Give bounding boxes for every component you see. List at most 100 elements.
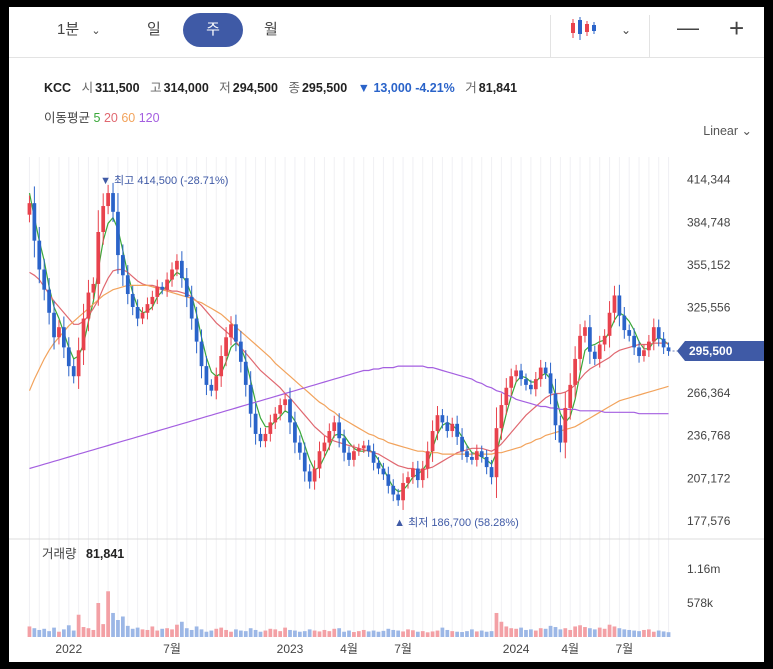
volume-bar xyxy=(479,630,484,637)
candle-body xyxy=(160,286,165,290)
x-tick-label: 7월 xyxy=(615,642,633,656)
candle-body xyxy=(327,431,332,443)
candle-body xyxy=(420,468,425,481)
candle-body xyxy=(563,407,568,443)
candle-body xyxy=(499,405,504,429)
candle-body xyxy=(194,318,199,342)
candle-body xyxy=(347,452,351,460)
volume-bar xyxy=(361,629,366,637)
candle-body xyxy=(622,315,627,331)
volume-bar xyxy=(317,631,322,637)
volume-bar xyxy=(607,624,612,637)
candle-body xyxy=(91,283,96,293)
candle-body xyxy=(524,379,528,385)
volume-bar xyxy=(229,631,233,637)
candle-body xyxy=(489,467,494,478)
volume-bar xyxy=(165,628,169,637)
x-tick-label: 2024 xyxy=(503,642,530,656)
y-tick-label: 236,768 xyxy=(687,429,731,443)
candle-body xyxy=(204,366,209,385)
volume-bar xyxy=(347,630,351,637)
volume-bar xyxy=(332,628,337,637)
volume-panel-title: 거래량 xyxy=(42,547,77,561)
volume-bar xyxy=(337,628,342,637)
volume-bar xyxy=(52,627,56,637)
candle-body xyxy=(484,457,489,468)
volume-bar xyxy=(179,621,184,637)
candle-body xyxy=(470,457,474,460)
volume-bar xyxy=(489,631,494,637)
candle-body xyxy=(627,330,632,336)
volume-bar xyxy=(293,630,297,637)
candle-body xyxy=(42,269,47,290)
candle-body xyxy=(415,468,420,481)
volume-bar xyxy=(376,631,381,637)
volume-bar xyxy=(499,621,504,637)
volume-bar xyxy=(278,631,283,637)
volume-bar xyxy=(386,628,391,637)
candle-body xyxy=(130,294,135,307)
candle-body xyxy=(224,337,228,357)
volume-bar xyxy=(37,629,42,637)
volume-bar xyxy=(302,631,307,637)
volume-bar xyxy=(234,629,238,637)
volume-bar xyxy=(538,628,543,637)
candle-body xyxy=(135,307,140,319)
candle-body xyxy=(165,279,169,290)
candle-body xyxy=(214,376,219,391)
volume-bar xyxy=(120,616,125,637)
volume-bar xyxy=(209,630,214,637)
volume-panel-value: 81,841 xyxy=(86,547,124,561)
volume-bar xyxy=(450,631,455,637)
candle-body xyxy=(445,422,450,432)
volume-bar xyxy=(204,631,209,637)
volume-bar xyxy=(135,627,140,637)
x-tick-label: 2022 xyxy=(55,642,82,656)
candle-body xyxy=(479,451,484,457)
y-tick-label: 355,152 xyxy=(687,258,731,272)
candle-body xyxy=(268,422,273,434)
volume-bar xyxy=(661,631,666,637)
volume-bar xyxy=(578,625,582,637)
volume-bar xyxy=(514,628,519,637)
candle-body xyxy=(617,295,622,316)
candle-body xyxy=(47,289,51,313)
candle-body xyxy=(342,438,346,453)
candle-body xyxy=(529,384,533,390)
candle-body xyxy=(209,384,214,391)
volume-bar xyxy=(116,620,120,637)
candle-body xyxy=(578,335,582,359)
volume-bar xyxy=(199,629,204,637)
candle-body xyxy=(96,232,101,284)
volume-bar xyxy=(224,629,228,637)
volume-bar xyxy=(573,626,578,637)
candle-body xyxy=(656,327,661,339)
candle-body xyxy=(81,318,86,351)
volume-bar xyxy=(504,626,509,637)
candle-body xyxy=(543,367,548,374)
candle-body xyxy=(607,312,612,336)
candle-body xyxy=(455,423,460,437)
volume-bar xyxy=(470,629,474,637)
volume-bar xyxy=(588,628,592,637)
volume-bar xyxy=(592,629,597,637)
volume-bar xyxy=(401,631,405,637)
candle-body xyxy=(293,422,297,443)
candle-body xyxy=(612,295,617,313)
volume-bar xyxy=(553,627,558,637)
candle-body xyxy=(381,468,386,475)
volume-bar xyxy=(548,625,553,637)
volume-bar xyxy=(352,632,356,637)
volume-bar xyxy=(430,631,435,637)
candle-body xyxy=(253,413,258,434)
price-chart[interactable]: 414,344 384,748 355,152 325,556 266,364 236,7… xyxy=(9,7,764,662)
candle-body xyxy=(352,451,356,460)
chart-window: 1분 ⌄ 일 주 월 ⌄ — + KCC 시 311,500 고 314,000 저… xyxy=(9,7,764,662)
volume-tick-label: 578k xyxy=(687,596,714,610)
volume-bar xyxy=(86,628,91,637)
candle-body xyxy=(238,341,243,362)
candle-body xyxy=(297,442,302,453)
candle-body xyxy=(248,384,253,414)
candle-body xyxy=(647,341,651,351)
y-tick-label: 207,172 xyxy=(687,471,731,485)
